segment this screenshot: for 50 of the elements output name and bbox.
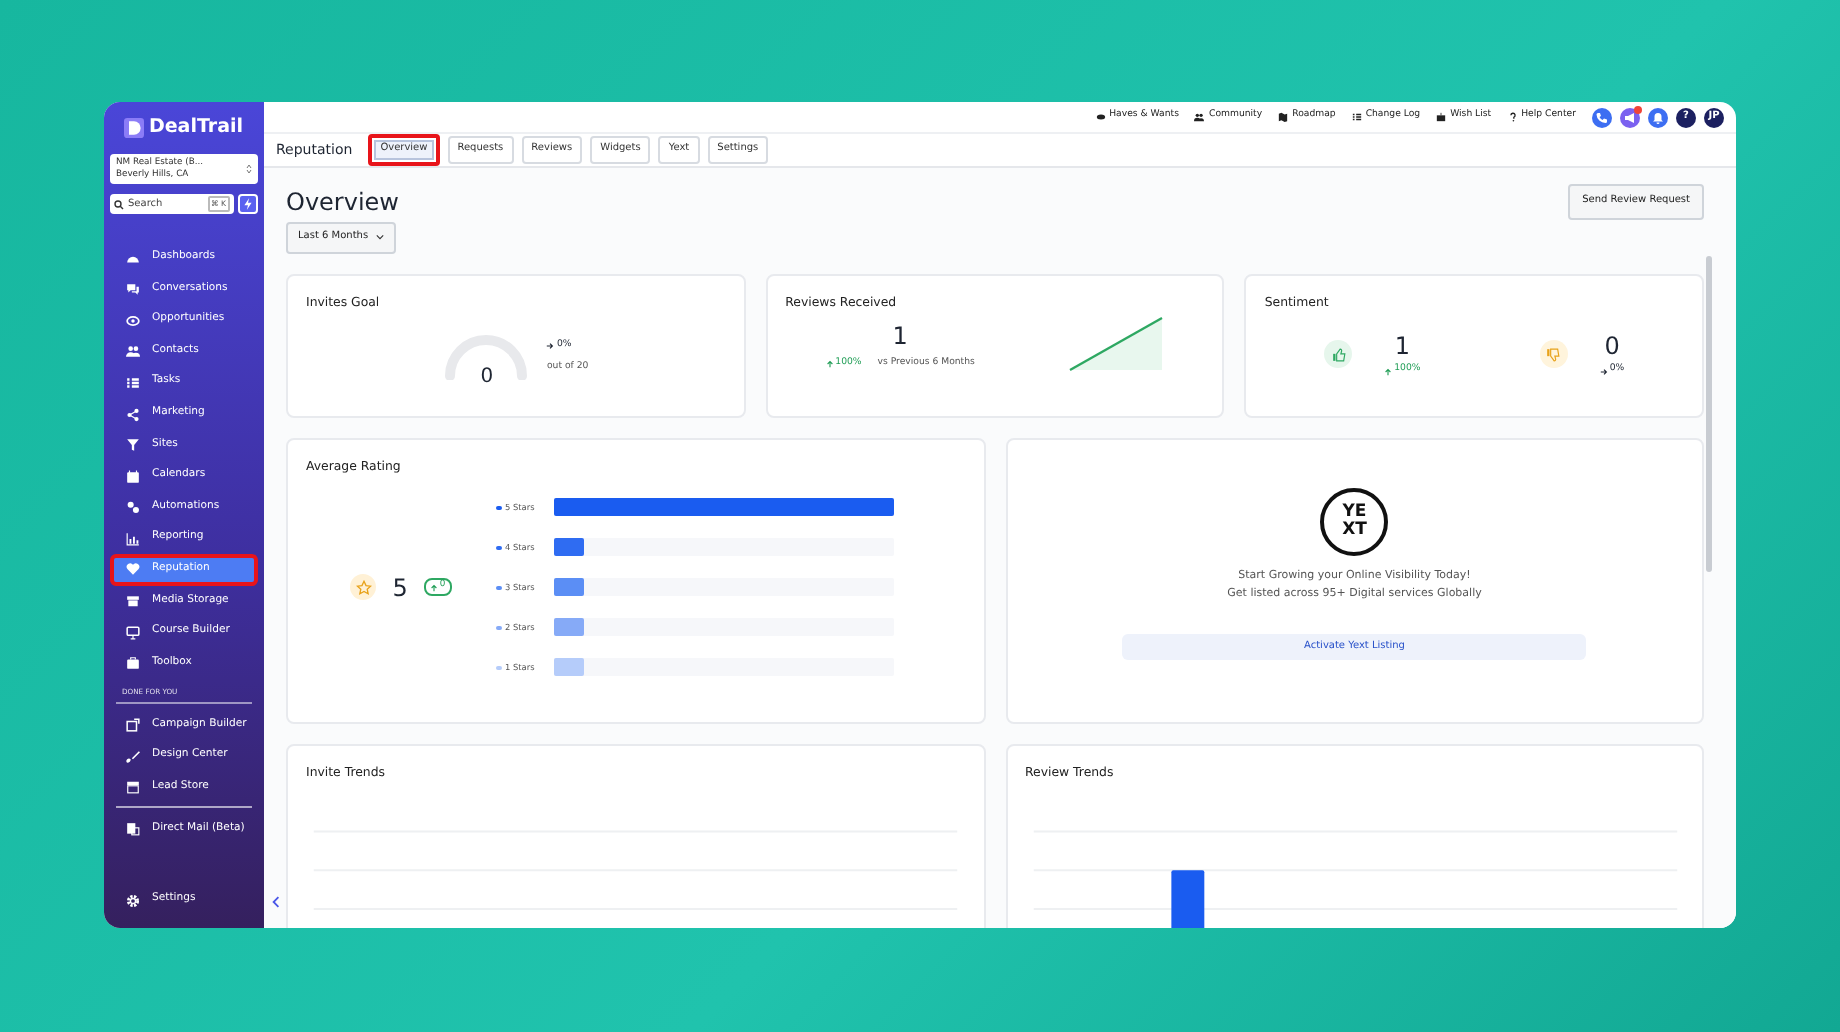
brush-icon (126, 749, 140, 764)
bar-chart-icon (126, 531, 140, 546)
sentiment-count: 1 (1392, 329, 1413, 363)
list-icon (126, 375, 140, 390)
trend-bar (1170, 869, 1204, 928)
box-icon (126, 594, 140, 609)
yext-logo: YE XT (1320, 487, 1389, 555)
updown-caret-icon (246, 163, 252, 176)
right-arrow-icon (1599, 367, 1608, 376)
right-arrow-icon (546, 342, 555, 351)
brand-logo: DealTrail (124, 114, 244, 143)
thumbs-up-icon (1324, 340, 1353, 369)
phone-button[interactable] (1592, 107, 1612, 127)
heart-icon (126, 562, 140, 577)
megaphone-icon (1624, 111, 1636, 123)
ring-icon (126, 313, 140, 328)
share-icon (126, 407, 140, 422)
sentiment-count: 0 (1602, 329, 1622, 363)
people-icon (1194, 111, 1205, 122)
thumbs-down-icon (1539, 340, 1568, 369)
goal-value: 0 (478, 363, 496, 392)
lightning-button[interactable] (238, 194, 258, 215)
help-icon (1507, 111, 1518, 122)
trend-sparkline (1068, 315, 1165, 372)
mail-icon (126, 822, 140, 837)
up-arrow-icon (1384, 367, 1393, 376)
calendar-icon (126, 469, 140, 484)
search-icon (114, 199, 124, 210)
bell-icon (1652, 111, 1664, 123)
chat-icon (126, 282, 140, 297)
funnel-icon (126, 438, 140, 453)
page-heading: Overview (286, 186, 399, 220)
chevron-down-icon (376, 234, 385, 241)
star-icon (350, 574, 377, 601)
average-value: 5 (392, 571, 408, 606)
scrollbar[interactable] (1706, 256, 1712, 572)
gear-icon (126, 893, 140, 908)
reviews-count: 1 (890, 319, 910, 354)
list-icon (1351, 111, 1362, 122)
chevron-left-icon[interactable] (272, 896, 280, 908)
notifications-button[interactable] (1648, 107, 1668, 127)
map-icon (1278, 111, 1289, 122)
toolbox-icon (126, 656, 140, 671)
people-icon (126, 344, 140, 359)
store-icon (126, 780, 140, 795)
up-arrow-icon (825, 360, 834, 369)
gauge-icon (126, 251, 140, 266)
phone-icon (1596, 111, 1608, 123)
lightning-icon (242, 198, 254, 211)
megaphone-button[interactable] (1620, 107, 1640, 127)
